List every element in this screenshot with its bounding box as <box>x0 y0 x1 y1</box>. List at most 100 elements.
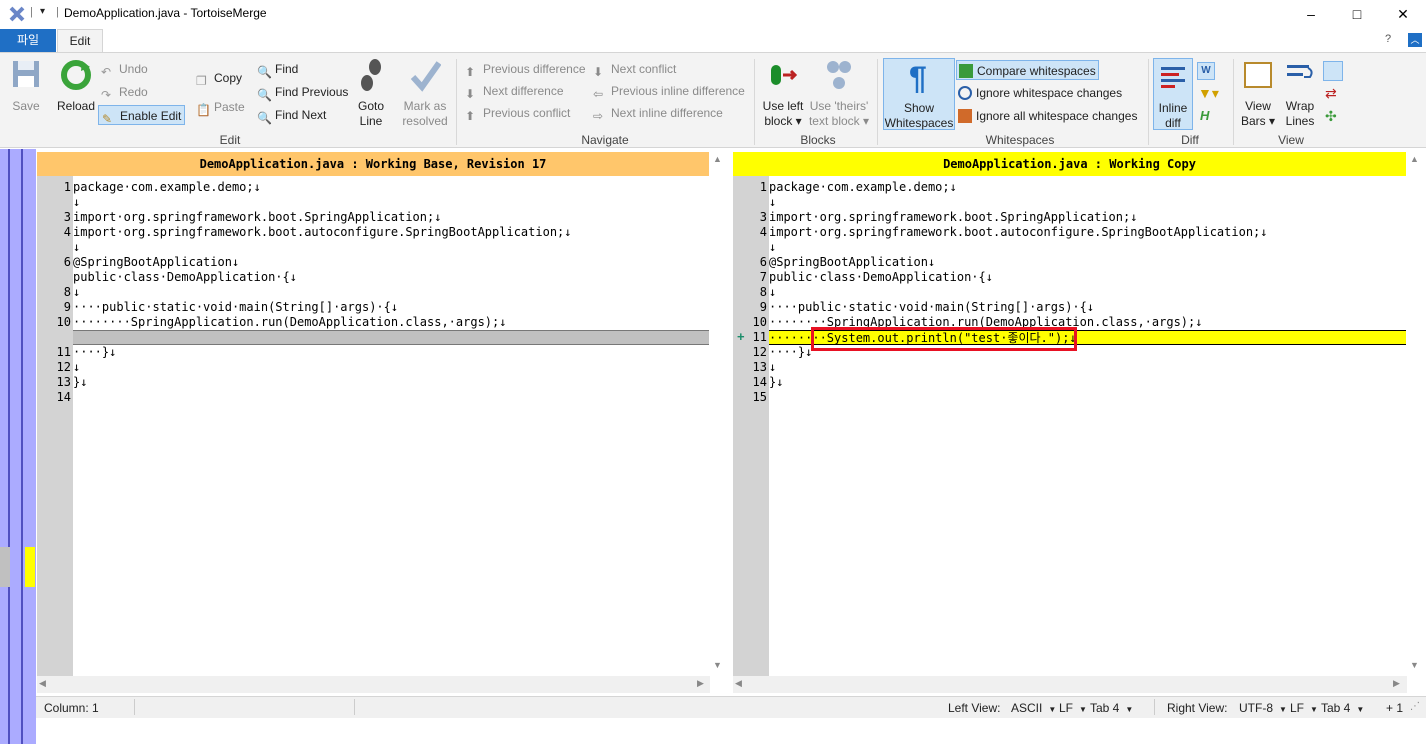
right-pane[interactable]: DemoApplication.java : Working Copy pack… <box>733 152 1426 693</box>
code-line[interactable] <box>73 390 709 405</box>
left-tab-dropdown[interactable]: Tab 4 ▼ <box>1090 701 1133 715</box>
code-line[interactable]: import·org.springframework.boot.autoconf… <box>73 225 709 240</box>
right-code-area[interactable]: package·com.example.demo;↓ ↓ import·org.sp… <box>769 176 1406 676</box>
code-line[interactable]: ↓ <box>769 195 1406 210</box>
code-line[interactable]: ↓ <box>73 360 709 375</box>
code-line[interactable]: public·class·DemoApplication·{↓ <box>769 270 1406 285</box>
code-line[interactable]: package·com.example.demo;↓ <box>73 180 709 195</box>
collapse-ribbon-icon[interactable]: ︿ <box>1408 33 1422 47</box>
scroll-left-icon[interactable]: ◀ <box>735 678 742 689</box>
code-line[interactable]: ····}↓ <box>73 345 709 360</box>
left-eol-dropdown[interactable]: LF ▼ <box>1059 701 1087 715</box>
minimize-icon[interactable]: – <box>1288 0 1334 28</box>
next-inline-difference-label: Next inline difference <box>611 106 723 120</box>
one-pane-view-icon[interactable] <box>1323 61 1343 81</box>
paste-button[interactable]: 📋 Paste <box>196 97 245 117</box>
app-icon[interactable] <box>8 5 26 26</box>
find-button[interactable]: 🔍 Find <box>257 59 298 79</box>
tab-edit[interactable]: Edit <box>57 29 103 52</box>
compare-whitespaces-button[interactable]: Compare whitespaces <box>956 60 1099 80</box>
code-line[interactable]: ····public·static·void·main(String[]·arg… <box>769 300 1406 315</box>
code-line[interactable]: }↓ <box>73 375 709 390</box>
right-tab-dropdown[interactable]: Tab 4 ▼ <box>1321 701 1364 715</box>
right-eol-dropdown[interactable]: LF ▼ <box>1290 701 1318 715</box>
quick-access-dropdown-icon[interactable]: ▾ <box>40 6 45 17</box>
code-line[interactable]: ↓ <box>769 240 1406 255</box>
resize-grip-icon[interactable]: ⋰ <box>1410 701 1420 712</box>
tab-file[interactable]: 파일 <box>0 29 56 52</box>
find-next-button[interactable]: 🔍 Find Next <box>257 105 326 125</box>
code-line[interactable]: ↓ <box>73 195 709 210</box>
right-horizontal-scrollbar[interactable]: ◀ ▶ <box>733 676 1407 693</box>
right-vertical-scrollbar[interactable]: ▲ ▼ <box>1407 152 1424 676</box>
previous-conflict-button[interactable]: ⬆ Previous conflict <box>465 103 570 123</box>
left-code-area[interactable]: package·com.example.demo;↓ ↓ import·org.sp… <box>73 176 709 676</box>
show-whitespaces-button[interactable]: ¶ Show Whitespaces <box>883 58 955 130</box>
code-line[interactable]: ↓ <box>769 285 1406 300</box>
scroll-down-icon[interactable]: ▼ <box>1410 660 1419 670</box>
reload-button[interactable]: Reload <box>54 57 98 114</box>
code-line[interactable]: ↓ <box>769 360 1406 375</box>
left-horizontal-scrollbar[interactable]: ◀ ▶ <box>37 676 710 693</box>
scroll-right-icon[interactable]: ▶ <box>697 678 704 689</box>
code-line[interactable]: import·org.springframework.boot.SpringAp… <box>769 210 1406 225</box>
scroll-left-icon[interactable]: ◀ <box>39 678 46 689</box>
left-view-label: Left View: <box>948 701 1001 715</box>
next-difference-button[interactable]: ⬇ Next difference <box>465 81 564 101</box>
view-bars-button[interactable]: View Bars ▾ <box>1238 57 1278 129</box>
previous-difference-button[interactable]: ⬆ Previous difference <box>465 59 586 79</box>
previous-inline-difference-label: Previous inline difference <box>611 84 745 98</box>
next-conflict-button[interactable]: ⬇ Next conflict <box>593 59 676 79</box>
scroll-up-icon[interactable]: ▲ <box>713 154 722 164</box>
code-line[interactable]: ↓ <box>73 240 709 255</box>
pilcrow-icon: ¶ <box>909 60 927 96</box>
code-line[interactable] <box>769 390 1406 405</box>
inline-diff-button[interactable]: Inline diff <box>1153 58 1193 130</box>
undo-button[interactable]: ↶ Undo <box>101 59 148 79</box>
wrap-lines-button[interactable]: Wrap Lines <box>1282 57 1318 129</box>
help-icon[interactable]: ? <box>1385 33 1391 45</box>
code-line[interactable]: ········SpringApplication.run(DemoApplic… <box>73 315 709 330</box>
goto-line-button[interactable]: Goto Line <box>352 57 390 129</box>
scroll-up-icon[interactable]: ▲ <box>1410 154 1419 164</box>
ignore-whitespace-changes-button[interactable]: Ignore whitespace changes <box>958 83 1122 103</box>
left-pane[interactable]: DemoApplication.java : Working Base, Rev… <box>37 152 727 693</box>
maximize-icon[interactable]: □ <box>1334 0 1380 28</box>
inline-diff-icon <box>1161 67 1185 88</box>
whitespaces-group-label: Whitespaces <box>985 133 1055 147</box>
code-line[interactable]: ····public·static·void·main(String[]·arg… <box>73 300 709 315</box>
code-line[interactable]: import·org.springframework.boot.SpringAp… <box>73 210 709 225</box>
swap-icon[interactable]: ⇄ <box>1325 85 1337 102</box>
find-previous-button[interactable]: 🔍 Find Previous <box>257 82 348 102</box>
code-line[interactable]: }↓ <box>769 375 1406 390</box>
mark-resolved-button[interactable]: Mark as resolved <box>400 57 450 129</box>
left-encoding-dropdown[interactable]: ASCII ▼ <box>1011 701 1056 715</box>
word-diff-icon[interactable]: W <box>1197 62 1215 80</box>
scroll-right-icon[interactable]: ▶ <box>1393 678 1400 689</box>
copy-button[interactable]: ❐ Copy <box>196 68 242 88</box>
scroll-down-icon[interactable]: ▼ <box>713 660 722 670</box>
location-bar[interactable] <box>0 149 36 744</box>
code-line[interactable]: public·class·DemoApplication·{↓ <box>73 270 709 285</box>
use-theirs-block-button[interactable]: Use 'theirs' text block ▾ <box>806 57 872 129</box>
ignore-all-whitespace-changes-button[interactable]: Ignore all whitespace changes <box>958 106 1137 126</box>
code-line[interactable] <box>73 330 709 345</box>
right-tab-value: Tab 4 <box>1321 701 1351 715</box>
filter-icon[interactable]: ▼▾ <box>1198 85 1224 103</box>
code-line[interactable]: @SpringBootApplication↓ <box>73 255 709 270</box>
left-vertical-scrollbar[interactable]: ▲ ▼ <box>710 152 727 676</box>
previous-inline-difference-button[interactable]: ⇦ Previous inline difference <box>593 81 745 101</box>
close-icon[interactable]: ✕ <box>1380 0 1426 28</box>
collapse-icon[interactable]: ✣ <box>1325 108 1337 125</box>
code-line[interactable]: @SpringBootApplication↓ <box>769 255 1406 270</box>
redo-button[interactable]: ↷ Redo <box>101 82 148 102</box>
fix-icon[interactable]: H <box>1200 108 1218 126</box>
code-line[interactable]: package·com.example.demo;↓ <box>769 180 1406 195</box>
right-encoding-dropdown[interactable]: UTF-8 ▼ <box>1239 701 1287 715</box>
code-line[interactable]: ↓ <box>73 285 709 300</box>
save-button[interactable]: Save <box>6 57 46 114</box>
code-line[interactable]: import·org.springframework.boot.autoconf… <box>769 225 1406 240</box>
next-inline-difference-button[interactable]: ⇨ Next inline difference <box>593 103 723 123</box>
enable-edit-button[interactable]: ✎ Enable Edit <box>98 105 186 126</box>
use-left-block-button[interactable]: Use left block ▾ <box>760 57 806 129</box>
